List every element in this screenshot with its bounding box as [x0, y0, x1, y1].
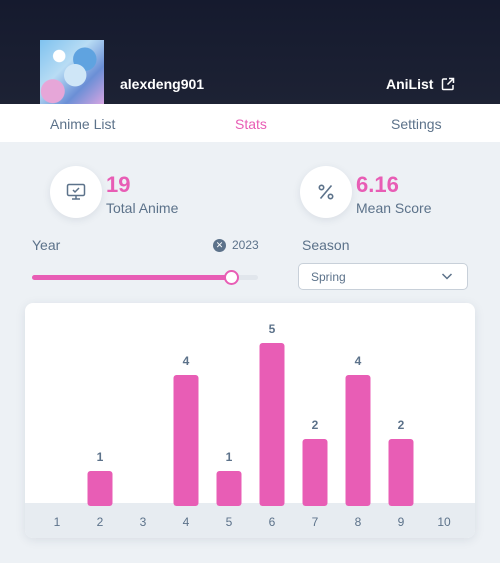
percent-icon: [318, 184, 334, 200]
anilist-link-label: AniList: [386, 76, 434, 92]
x-tick-label: 5: [226, 515, 233, 529]
x-tick-label: 2: [97, 515, 104, 529]
tab-stats[interactable]: Stats: [235, 116, 267, 132]
x-tick-label: 7: [312, 515, 319, 529]
x-tick-label: 10: [437, 515, 451, 529]
bar-value-label: 2: [312, 418, 319, 432]
username: alexdeng901: [120, 76, 205, 92]
x-tick-label: 9: [398, 515, 405, 529]
bar-score-8[interactable]: [345, 375, 371, 506]
year-clear-button[interactable]: ✕ 2023: [213, 238, 259, 252]
bar-score-5[interactable]: [216, 471, 242, 506]
mean-score-label: Mean Score: [356, 200, 432, 216]
bar-score-2[interactable]: [87, 471, 113, 506]
external-link-icon: [442, 77, 455, 91]
year-label: Year: [32, 237, 61, 253]
season-select[interactable]: Spring: [298, 263, 468, 290]
x-tick-label: 1: [54, 515, 61, 529]
x-tick-label: 6: [269, 515, 276, 529]
total-anime-badge: [50, 166, 102, 218]
clear-icon: ✕: [213, 238, 226, 252]
bar-score-4[interactable]: [173, 375, 199, 506]
year-slider-thumb[interactable]: [224, 270, 239, 285]
bar-score-7[interactable]: [302, 439, 328, 506]
profile-header: alexdeng901 AniList: [0, 0, 500, 104]
avatar: [40, 40, 104, 104]
mean-score-badge: [300, 166, 352, 218]
chevron-down-icon: [441, 273, 453, 280]
mean-score-value: 6.16: [356, 172, 399, 197]
bar-value-label: 1: [226, 450, 233, 464]
monitor-check-icon: [66, 183, 86, 200]
bar-value-label: 4: [355, 354, 362, 368]
score-distribution-card: 1 1 2 3 4 4 1 5 5 6 2 7 4 8 2 9 10: [25, 303, 475, 538]
x-tick-label: 3: [140, 515, 147, 529]
tab-settings[interactable]: Settings: [391, 116, 442, 132]
bar-value-label: 1: [97, 450, 104, 464]
bar-value-label: 5: [269, 322, 276, 336]
season-value: Spring: [311, 270, 346, 284]
total-anime-value: 19: [106, 172, 131, 197]
nav-tabs: Anime List Stats Settings: [0, 104, 500, 142]
year-value: 2023: [232, 238, 259, 252]
x-tick-label: 8: [355, 515, 362, 529]
x-axis-band: [25, 503, 475, 538]
total-anime-label: Total Anime: [106, 200, 179, 216]
season-label: Season: [302, 237, 350, 253]
bar-score-6[interactable]: [259, 343, 285, 506]
bar-score-9[interactable]: [388, 439, 414, 506]
score-distribution-chart: 1 1 2 3 4 4 1 5 5 6 2 7 4 8 2 9 10: [25, 322, 475, 538]
x-tick-label: 4: [183, 515, 190, 529]
anilist-link[interactable]: AniList: [386, 76, 455, 92]
year-slider-fill: [32, 275, 231, 280]
bar-value-label: 4: [183, 354, 190, 368]
tab-anime-list[interactable]: Anime List: [50, 116, 115, 132]
bar-value-label: 2: [398, 418, 405, 432]
